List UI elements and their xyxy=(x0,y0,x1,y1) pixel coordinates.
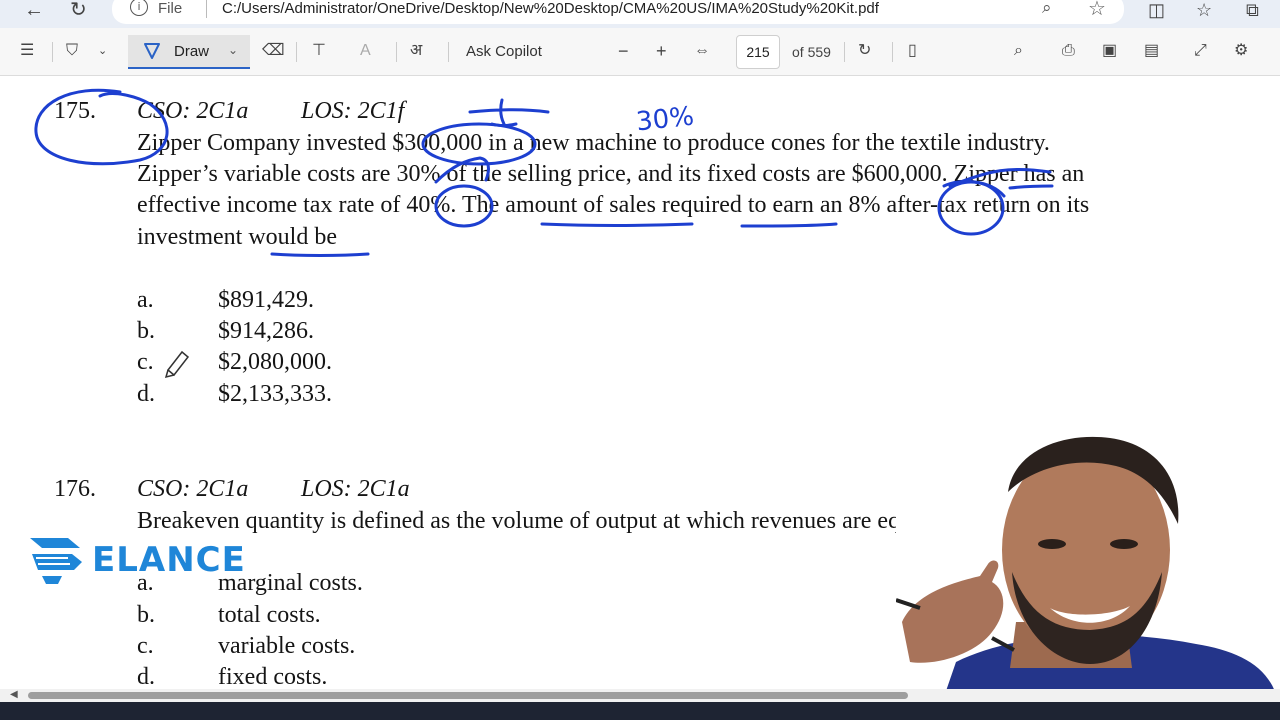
question-text-line: Zipper Company invested $300,000 in a ne… xyxy=(137,130,1050,156)
refresh-icon[interactable]: ↻ xyxy=(70,0,87,20)
question-cso: CSO: 2C1a xyxy=(137,98,249,124)
search-icon[interactable]: ⌕ xyxy=(1014,42,1023,60)
favorite-star-icon[interactable]: ☆ xyxy=(1088,0,1106,21)
option-text: $2,080,000. xyxy=(218,349,332,375)
page-view-icon[interactable]: ▯ xyxy=(908,42,917,60)
question-los: LOS: 2C1f xyxy=(301,98,405,124)
question-text-line: Zipper’s variable costs are 30% of the s… xyxy=(137,161,1085,187)
info-icon[interactable]: i xyxy=(130,0,148,16)
draw-label: Draw xyxy=(174,43,210,60)
url-divider xyxy=(206,0,207,18)
toolbar-divider xyxy=(396,42,397,62)
zoom-icon[interactable]: ⌕ xyxy=(1042,0,1052,18)
read-aloud-icon[interactable]: A xyxy=(360,42,371,60)
option-text: $914,286. xyxy=(218,318,314,344)
back-arrow-icon[interactable]: ← xyxy=(24,0,44,20)
scrollbar-thumb[interactable] xyxy=(28,692,908,699)
option-text: variable costs. xyxy=(218,633,356,659)
zoom-out-button[interactable]: − xyxy=(618,42,629,60)
save-as-icon[interactable]: ▤ xyxy=(1144,42,1159,60)
option-letter: a. xyxy=(137,287,154,313)
translate-icon[interactable]: अ xyxy=(410,42,422,60)
option-letter: d. xyxy=(137,664,155,689)
print-icon[interactable]: ⎙ xyxy=(1062,42,1075,60)
option-text: $891,429. xyxy=(218,287,314,313)
elance-logo-text: ELANCE xyxy=(92,540,246,580)
draw-chevron-icon[interactable]: ⌄ xyxy=(228,43,238,57)
url-text[interactable]: C:/Users/Administrator/OneDrive/Desktop/… xyxy=(222,0,879,17)
browser-address-bar: ← ↻ i File C:/Users/Administrator/OneDri… xyxy=(0,0,1280,28)
toolbar-divider xyxy=(844,42,845,62)
url-scheme-label: File xyxy=(158,0,183,17)
question-number: 175. xyxy=(54,98,96,124)
toolbar-divider xyxy=(448,42,449,62)
option-text: $2,133,333. xyxy=(218,381,332,407)
url-bar[interactable]: i File C:/Users/Administrator/OneDrive/D… xyxy=(112,0,1124,24)
question-cso: CSO: 2C1a xyxy=(137,476,249,502)
favorites-icon[interactable]: ☆ xyxy=(1196,0,1212,21)
save-icon[interactable]: ▣ xyxy=(1102,42,1117,60)
fit-width-icon[interactable]: ⇔ xyxy=(694,42,710,60)
toolbar-divider xyxy=(892,42,893,62)
option-letter: b. xyxy=(137,318,155,344)
contents-list-icon[interactable]: ☰ xyxy=(20,42,34,60)
elance-logo-icon xyxy=(30,538,82,584)
horizontal-scrollbar[interactable]: ◀ xyxy=(0,689,1280,702)
eraser-icon[interactable]: ⌫ xyxy=(262,42,285,60)
option-letter: b. xyxy=(137,602,155,628)
text-box-icon[interactable]: ⊤ xyxy=(312,42,326,60)
option-text: fixed costs. xyxy=(218,664,328,689)
draw-pen-icon xyxy=(144,43,160,59)
toolbar-divider xyxy=(52,42,53,62)
scroll-left-icon[interactable]: ◀ xyxy=(10,689,18,700)
draw-button[interactable]: Draw ⌄ xyxy=(128,35,250,69)
pdf-toolbar: ☰ ⛉ ⌄ Draw ⌄ ⌫ ⊤ A अ Ask Copilot − + ⇔ 2… xyxy=(0,28,1280,76)
question-text-line: Breakeven quantity is defined as the vol… xyxy=(137,508,913,534)
option-text: total costs. xyxy=(218,602,321,628)
collections-icon[interactable]: ⧉ xyxy=(1246,0,1259,21)
page-total-label: of 559 xyxy=(792,44,831,60)
highlight-chevron-icon[interactable]: ⌄ xyxy=(98,42,107,60)
highlight-icon[interactable]: ⛉ xyxy=(66,42,78,60)
zoom-in-button[interactable]: + xyxy=(656,42,667,60)
fullscreen-icon[interactable]: ⤢ xyxy=(1194,42,1207,60)
taskbar xyxy=(0,702,1280,720)
presenter-webcam xyxy=(896,432,1280,720)
option-letter: c. xyxy=(137,633,154,659)
question-text-line: effective income tax rate of 40%. The am… xyxy=(137,192,1090,218)
option-letter: c. xyxy=(137,349,154,375)
question-los: LOS: 2C1a xyxy=(301,476,410,502)
ask-copilot-button[interactable]: Ask Copilot xyxy=(466,43,542,60)
question-text-line: investment would be xyxy=(137,224,337,250)
page-number-input[interactable]: 215 xyxy=(736,35,780,69)
option-letter: d. xyxy=(137,381,155,407)
question-number: 176. xyxy=(54,476,96,502)
settings-gear-icon[interactable]: ⚙ xyxy=(1234,42,1248,60)
toolbar-divider xyxy=(296,42,297,62)
split-screen-icon[interactable]: ◫ xyxy=(1148,0,1165,21)
rotate-icon[interactable]: ↻ xyxy=(858,42,871,60)
